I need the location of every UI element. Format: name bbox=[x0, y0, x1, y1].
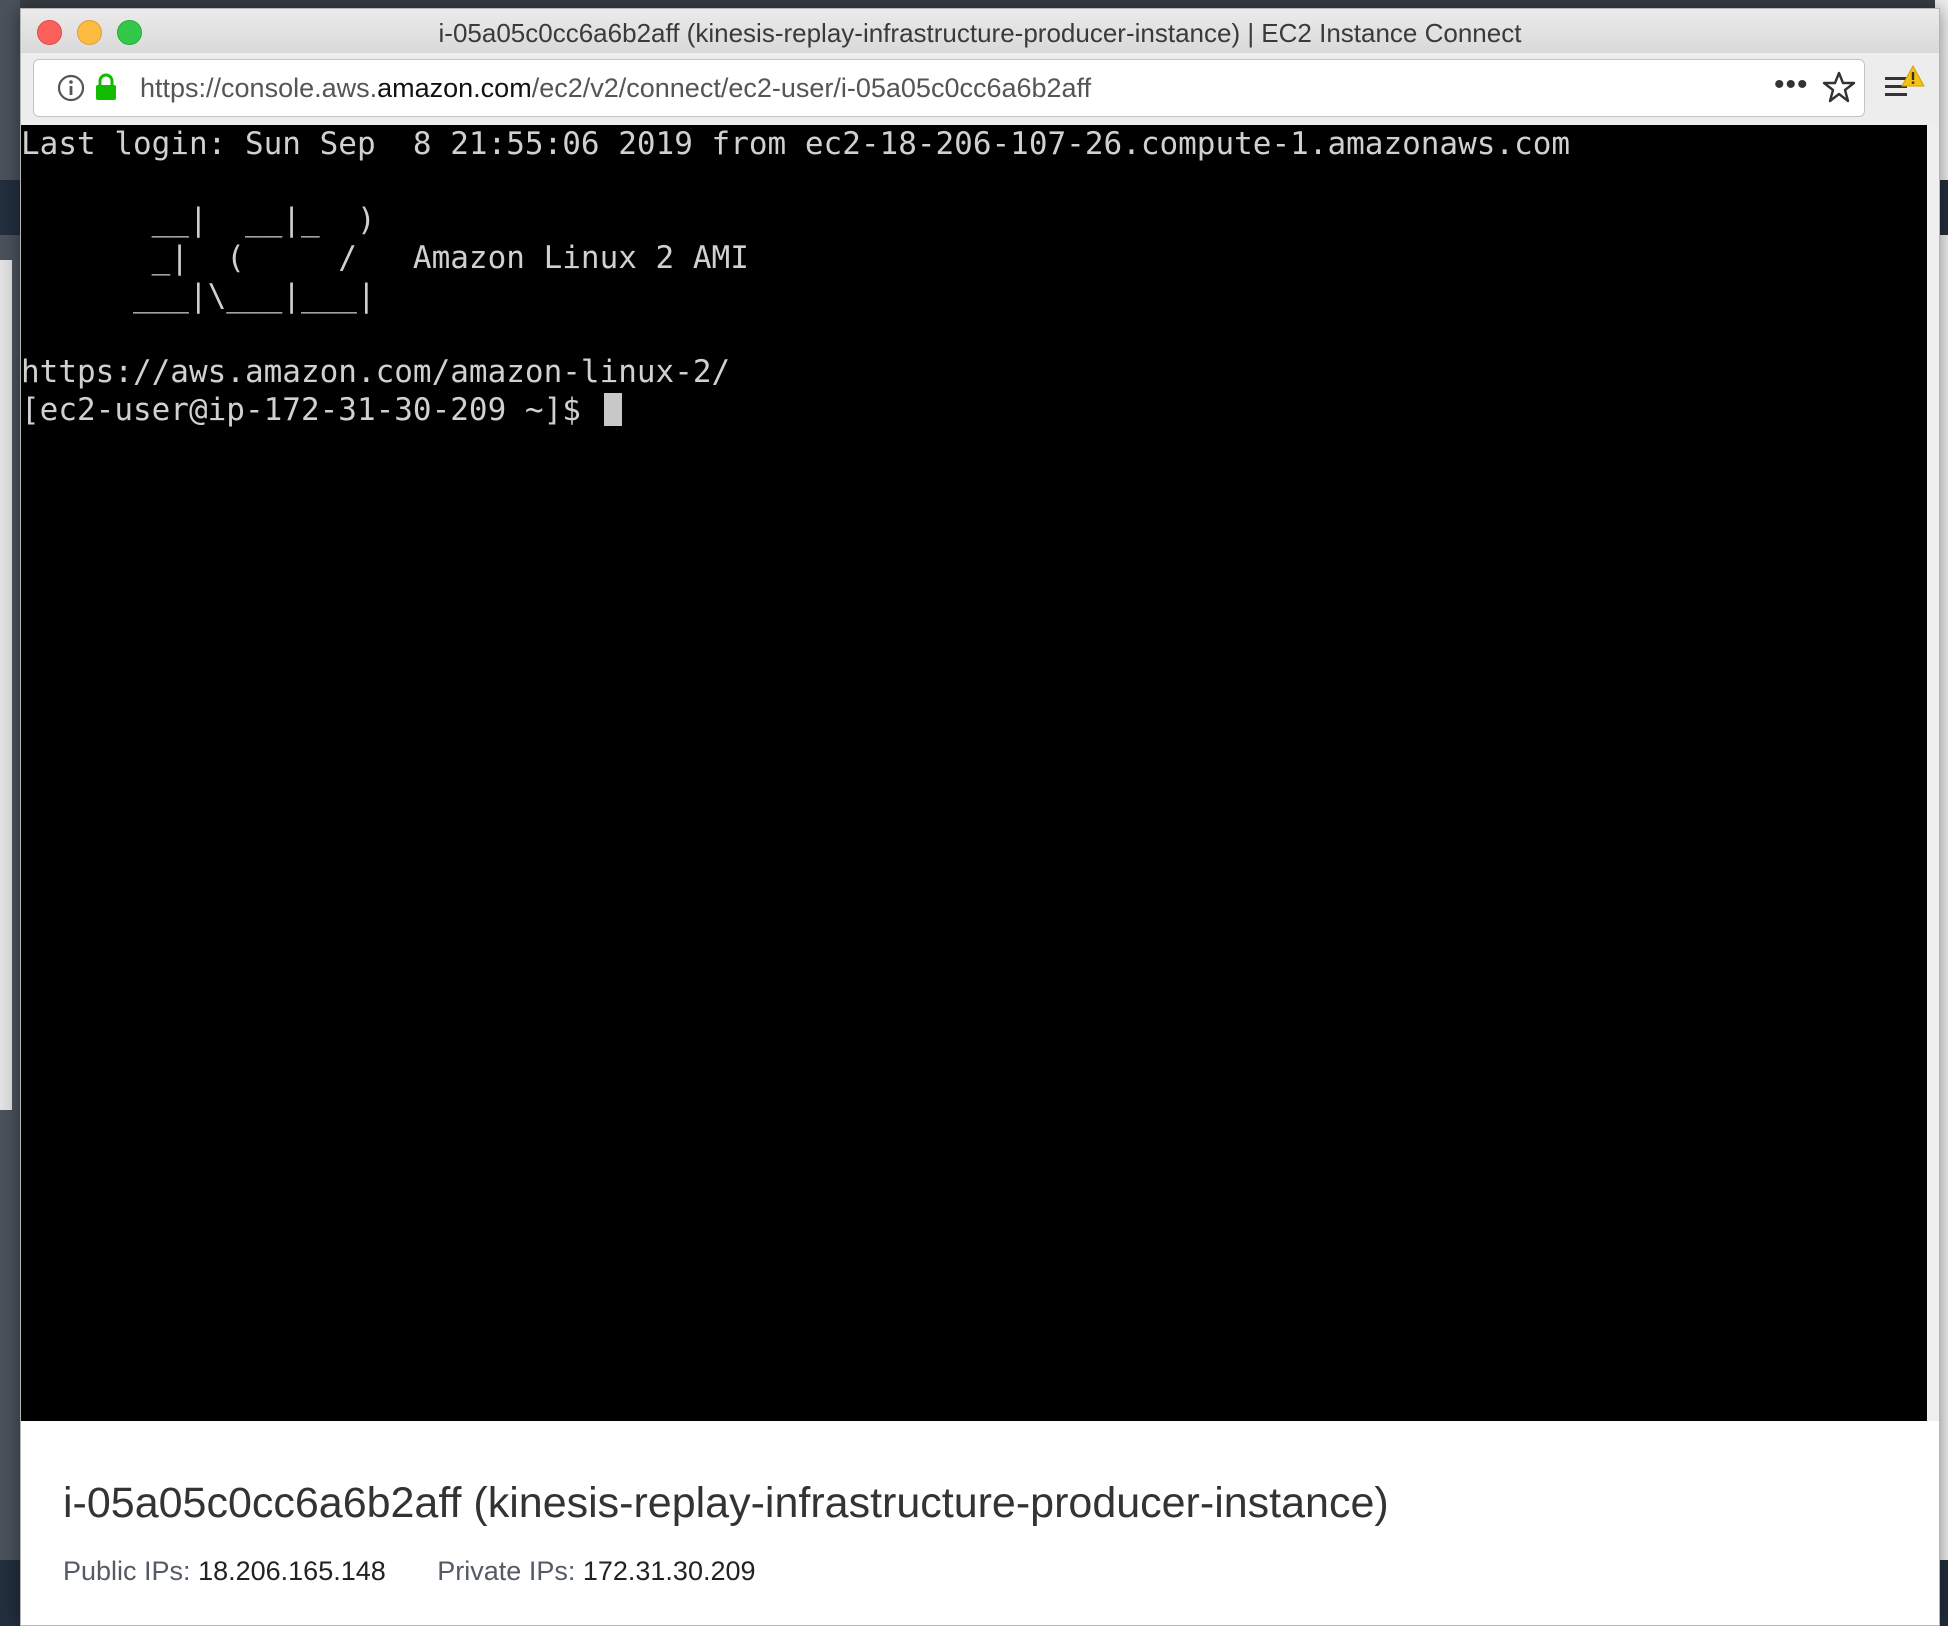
maximize-window-button[interactable] bbox=[117, 20, 142, 45]
bookmark-star-icon[interactable] bbox=[1822, 70, 1856, 109]
instance-ips: Public IPs: 18.206.165.148 Private IPs: … bbox=[63, 1556, 800, 1587]
browser-toolbar: https://console.aws.amazon.com/ec2/v2/co… bbox=[21, 53, 1939, 134]
public-ips: Public IPs: 18.206.165.148 bbox=[63, 1556, 386, 1587]
info-icon[interactable] bbox=[56, 73, 86, 108]
background-app-panel bbox=[0, 260, 12, 1110]
minimize-window-button[interactable] bbox=[77, 20, 102, 45]
terminal-cursor bbox=[603, 393, 622, 426]
window-titlebar[interactable]: i-05a05c0cc6a6b2aff (kinesis-replay-infr… bbox=[21, 9, 1939, 53]
terminal-output: Last login: Sun Sep 8 21:55:06 2019 from… bbox=[21, 125, 1927, 429]
window-title: i-05a05c0cc6a6b2aff (kinesis-replay-infr… bbox=[438, 18, 1522, 48]
page-actions-more-icon[interactable]: ••• bbox=[1774, 68, 1809, 102]
lock-icon[interactable] bbox=[94, 72, 118, 107]
terminal-line: ___|\___|___| bbox=[21, 278, 376, 314]
close-window-button[interactable] bbox=[37, 20, 62, 45]
url-text[interactable]: https://console.aws.amazon.com/ec2/v2/co… bbox=[140, 73, 1091, 104]
terminal-scrollbar[interactable] bbox=[1927, 125, 1939, 1421]
terminal-line: __| __|_ ) bbox=[21, 202, 376, 238]
address-bar[interactable]: https://console.aws.amazon.com/ec2/v2/co… bbox=[33, 59, 1865, 117]
url-path: /ec2/v2/connect/ec2-user/i-05a05c0cc6a6b… bbox=[531, 73, 1092, 103]
instance-title: i-05a05c0cc6a6b2aff (kinesis-replay-infr… bbox=[63, 1479, 1389, 1527]
private-ips: Private IPs: 172.31.30.209 bbox=[437, 1556, 755, 1587]
background-app-navbar bbox=[0, 180, 20, 235]
url-prefix: https://console.aws. bbox=[140, 73, 378, 103]
terminal-prompt: [ec2-user@ip-172-31-30-209 ~]$ bbox=[21, 392, 600, 428]
private-ips-label: Private IPs: bbox=[437, 1556, 576, 1586]
private-ips-value: 172.31.30.209 bbox=[582, 1556, 756, 1586]
warning-icon[interactable] bbox=[1901, 64, 1925, 92]
terminal-console[interactable]: Last login: Sun Sep 8 21:55:06 2019 from… bbox=[21, 125, 1927, 1421]
instance-info-panel: i-05a05c0cc6a6b2aff (kinesis-replay-infr… bbox=[21, 1421, 1939, 1625]
url-host: amazon.com bbox=[377, 73, 532, 103]
background-app-footer bbox=[0, 1560, 20, 1626]
terminal-line: Last login: Sun Sep 8 21:55:06 2019 from… bbox=[21, 126, 1571, 162]
public-ips-value: 18.206.165.148 bbox=[198, 1556, 386, 1586]
terminal-prompt-line[interactable]: [ec2-user@ip-172-31-30-209 ~]$ bbox=[21, 391, 1927, 429]
terminal-line: https://aws.amazon.com/amazon-linux-2/ bbox=[21, 354, 731, 390]
public-ips-label: Public IPs: bbox=[63, 1556, 191, 1586]
browser-window: i-05a05c0cc6a6b2aff (kinesis-replay-infr… bbox=[20, 8, 1940, 1626]
terminal-line: _| ( / Amazon Linux 2 AMI bbox=[21, 240, 749, 276]
